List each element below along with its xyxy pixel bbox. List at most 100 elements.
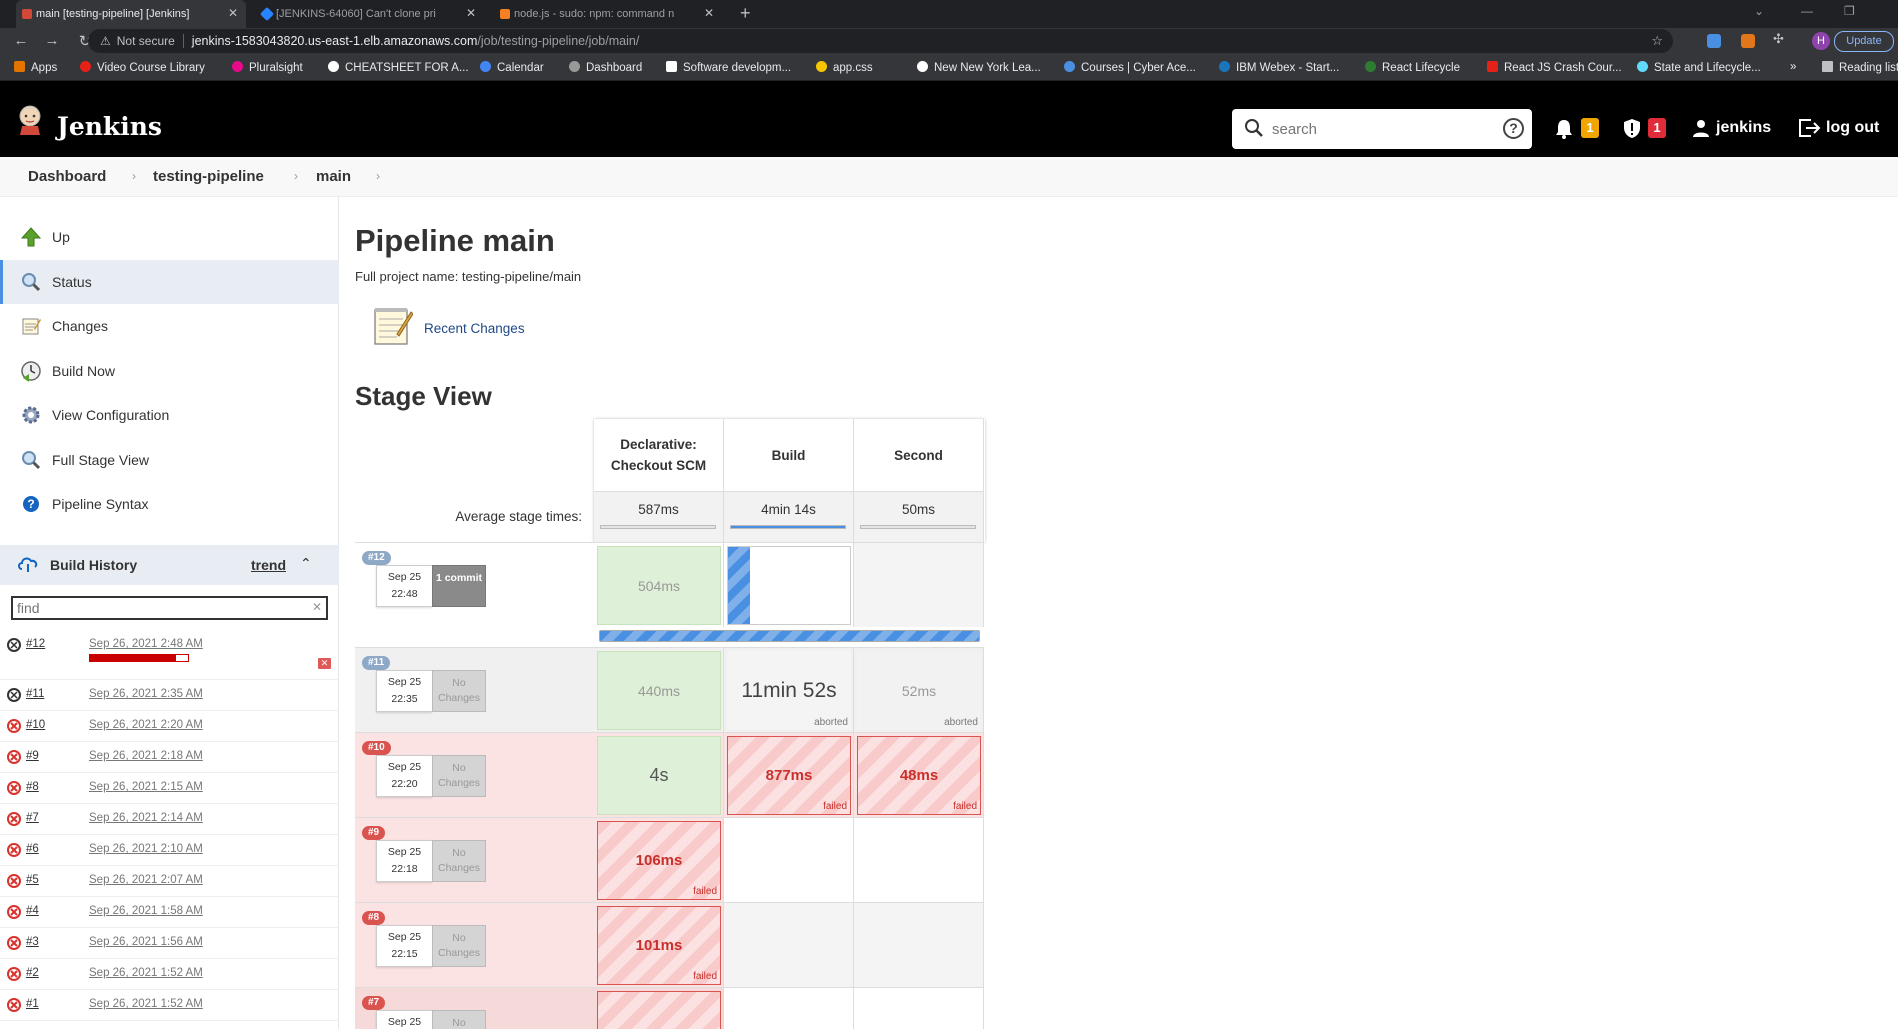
build-history-row[interactable]: #10 Sep 26, 2021 2:20 AM <box>0 711 339 742</box>
build-number-badge[interactable]: #7 <box>362 996 386 1010</box>
browser-tab-stackoverflow[interactable]: node.js - sudo: npm: command n ✕ <box>494 0 722 28</box>
user-link[interactable]: jenkins <box>1716 119 1771 137</box>
close-tab-icon[interactable]: ✕ <box>704 6 714 20</box>
abort-build-icon[interactable]: ✕ <box>318 658 331 669</box>
bookmark-item[interactable]: State and Lifecycle... <box>1637 61 1761 74</box>
bookmark-star-icon[interactable]: ☆ <box>1651 33 1663 49</box>
notifications-badge[interactable]: 1 <box>1581 118 1599 138</box>
stage-result-box[interactable]: 11min 52s aborted <box>727 651 851 730</box>
task-pipeline-syntax[interactable]: ? Pipeline Syntax <box>0 482 339 527</box>
metamask-icon[interactable] <box>1741 34 1755 48</box>
build-history-row[interactable]: #6 Sep 26, 2021 2:10 AM <box>0 835 339 866</box>
build-date-link[interactable]: Sep 26, 2021 2:35 AM <box>89 688 203 700</box>
task-status[interactable]: Status <box>0 259 339 304</box>
collapse-chevron-icon[interactable]: ⌃ <box>300 555 312 572</box>
address-bar[interactable]: ⚠ Not secure jenkins-1583043820.us-east-… <box>88 29 1673 53</box>
breadcrumb-chevron-icon[interactable]: › <box>294 169 298 183</box>
browser-tab-jira[interactable]: [JENKINS-64060] Can't clone pri ✕ <box>256 0 484 28</box>
close-tab-icon[interactable]: ✕ <box>228 6 238 20</box>
breadcrumb-chevron-icon[interactable]: › <box>132 169 136 183</box>
build-number-badge[interactable]: #12 <box>362 551 391 565</box>
stage-result-box[interactable]: 48ms failed <box>857 736 981 815</box>
recent-changes-link[interactable]: Recent Changes <box>424 321 525 336</box>
bookmark-item[interactable]: Software developm... <box>666 61 791 74</box>
build-history-row[interactable]: #1 Sep 26, 2021 1:52 AM <box>0 990 339 1021</box>
back-icon[interactable]: ← <box>12 32 30 49</box>
build-number-link[interactable]: #2 <box>26 967 39 979</box>
logout-icon[interactable] <box>1799 119 1821 137</box>
jenkins-logo-icon[interactable] <box>16 105 44 135</box>
bookmark-apps[interactable]: Apps <box>14 61 57 74</box>
stage-result-box[interactable] <box>597 991 721 1029</box>
stage-result-box[interactable]: 106ms failed <box>597 821 721 900</box>
logout-link[interactable]: log out <box>1826 119 1879 137</box>
run-changes[interactable]: 1 commit <box>432 565 486 607</box>
profile-avatar[interactable]: H <box>1812 32 1830 50</box>
build-date-link[interactable]: Sep 26, 2021 2:20 AM <box>89 719 203 731</box>
search-input[interactable] <box>1272 119 1492 139</box>
security-badge[interactable]: 1 <box>1648 118 1666 138</box>
bookmark-item[interactable]: Calendar <box>480 61 544 74</box>
build-date-link[interactable]: Sep 26, 2021 1:52 AM <box>89 967 203 979</box>
task-view-configuration[interactable]: View Configuration <box>0 393 339 438</box>
reading-list[interactable]: Reading list <box>1822 61 1898 74</box>
build-history-row[interactable]: #8 Sep 26, 2021 2:15 AM <box>0 773 339 804</box>
clear-filter-icon[interactable]: ✕ <box>312 600 322 614</box>
notepad-icon[interactable] <box>373 304 413 346</box>
stage-result-box[interactable]: 877ms failed <box>727 736 851 815</box>
puzzle-extensions-icon[interactable]: ✣ <box>1773 31 1787 46</box>
close-tab-icon[interactable]: ✕ <box>466 6 476 20</box>
stage-result-box[interactable]: 4s <box>597 736 721 815</box>
stage-result-box[interactable]: 101ms failed <box>597 906 721 985</box>
task-build-now[interactable]: Build Now <box>0 349 339 394</box>
bookmark-item[interactable]: New New York Lea... <box>917 61 1041 74</box>
bookmarks-overflow[interactable]: » <box>1790 61 1796 73</box>
build-history-row[interactable]: #9 Sep 26, 2021 2:18 AM <box>0 742 339 773</box>
build-date-link[interactable]: Sep 26, 2021 2:10 AM <box>89 843 203 855</box>
restore-icon[interactable]: ❐ <box>1844 4 1855 18</box>
build-number-link[interactable]: #10 <box>26 719 45 731</box>
bookmark-item[interactable]: Pluralsight <box>232 61 303 74</box>
build-date-link[interactable]: Sep 26, 2021 2:14 AM <box>89 812 203 824</box>
minimize-icon[interactable]: — <box>1801 4 1813 18</box>
breadcrumb-chevron-icon[interactable]: › <box>376 169 380 183</box>
breadcrumb-main[interactable]: main <box>316 168 351 185</box>
build-number-link[interactable]: #11 <box>26 688 44 700</box>
build-date-link[interactable]: Sep 26, 2021 2:15 AM <box>89 781 203 793</box>
build-history-row[interactable]: #11 Sep 26, 2021 2:35 AM <box>0 680 339 711</box>
warning-icon[interactable]: ⚠ <box>100 34 111 48</box>
forward-icon[interactable]: → <box>43 32 61 49</box>
build-filter-input[interactable] <box>17 598 297 618</box>
build-number-badge[interactable]: #10 <box>362 741 391 755</box>
bookmark-item[interactable]: React JS Crash Cour... <box>1487 61 1622 74</box>
build-number-link[interactable]: #12 <box>26 638 45 650</box>
stage-result-box[interactable]: 504ms <box>597 546 721 625</box>
search-help-icon[interactable]: ? <box>1503 118 1524 139</box>
bell-icon[interactable] <box>1555 119 1573 139</box>
task-changes[interactable]: Changes <box>0 304 339 349</box>
build-number-badge[interactable]: #11 <box>362 656 391 670</box>
trend-link[interactable]: trend <box>251 557 286 573</box>
build-date-link[interactable]: Sep 26, 2021 2:18 AM <box>89 750 203 762</box>
build-number-badge[interactable]: #9 <box>362 826 386 840</box>
build-number-link[interactable]: #8 <box>26 781 39 793</box>
build-number-link[interactable]: #1 <box>26 998 39 1010</box>
build-date-link[interactable]: Sep 26, 2021 2:48 AM <box>89 638 203 650</box>
bookmark-item[interactable]: IBM Webex - Start... <box>1219 61 1339 74</box>
bookmark-item[interactable]: React Lifecycle <box>1365 61 1460 74</box>
new-tab-icon[interactable]: + <box>740 3 751 24</box>
not-secure-label[interactable]: Not secure <box>117 34 175 48</box>
build-date-link[interactable]: Sep 26, 2021 1:52 AM <box>89 998 203 1010</box>
browser-tab-jenkins[interactable]: main [testing-pipeline] [Jenkins] ✕ <box>16 0 246 28</box>
stage-result-box[interactable]: 440ms <box>597 651 721 730</box>
build-history-row[interactable]: #12 Sep 26, 2021 2:48 AM ✕ <box>0 630 339 680</box>
tab-search-icon[interactable]: ⌄ <box>1754 4 1764 18</box>
bookmark-item[interactable]: Courses | Cyber Ace... <box>1064 61 1196 74</box>
jenkins-title[interactable]: Jenkins <box>57 112 162 141</box>
task-up[interactable]: Up <box>0 215 339 260</box>
bookmark-item[interactable]: Dashboard <box>569 61 642 74</box>
build-number-badge[interactable]: #8 <box>362 911 386 925</box>
build-date-link[interactable]: Sep 26, 2021 1:58 AM <box>89 905 203 917</box>
build-history-row[interactable]: #4 Sep 26, 2021 1:58 AM <box>0 897 339 928</box>
build-number-link[interactable]: #6 <box>26 843 39 855</box>
